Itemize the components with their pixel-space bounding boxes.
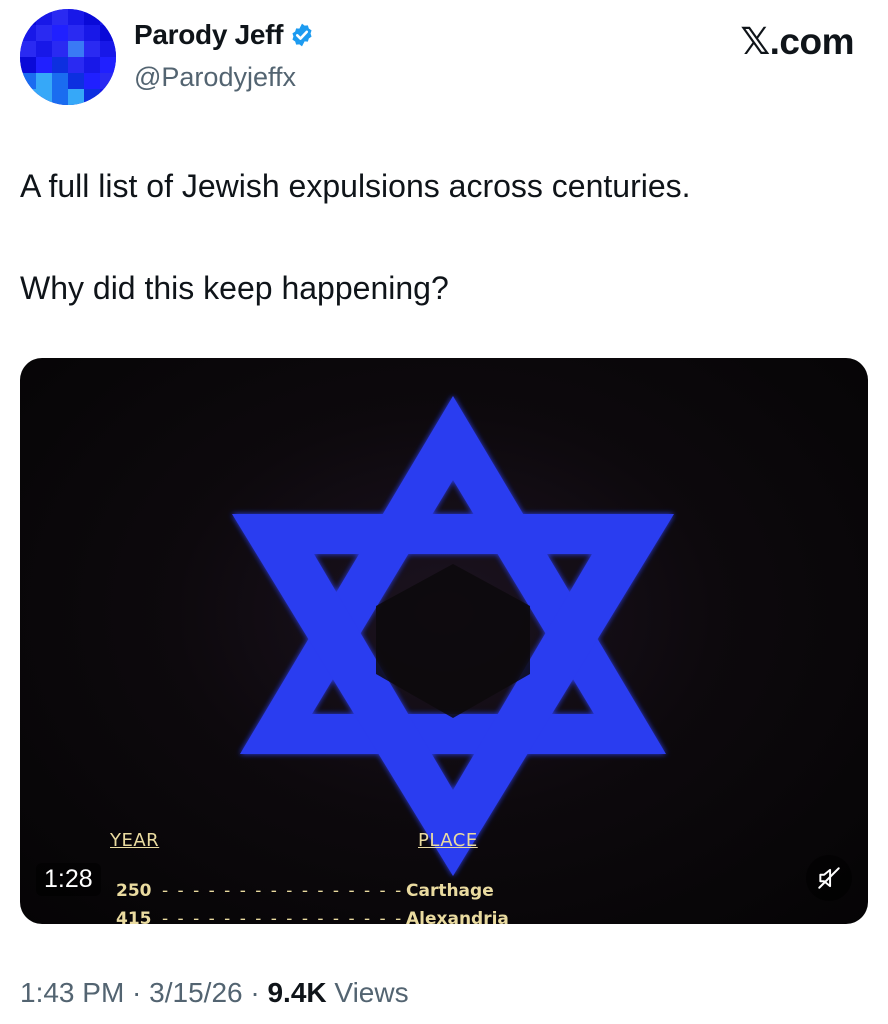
tweet-paragraph: A full list of Jewish expulsions across …	[20, 168, 691, 204]
tweet-text: A full list of Jewish expulsions across …	[20, 166, 860, 308]
author-display-name[interactable]: Parody Jeff	[134, 19, 284, 51]
author-name-row: Parody Jeff	[134, 19, 315, 51]
tweet-paragraph: Why did this keep happening?	[20, 270, 449, 306]
tweet-meta: 1:43 PM · 3/15/26 · 9.4K Views	[20, 977, 409, 1009]
meta-separator: ·	[242, 977, 268, 1008]
video-row-dots: - - - - - - - - - - - - - - - -	[162, 909, 404, 924]
video-column-place: PLACE	[418, 830, 478, 851]
video-row-place: Carthage	[406, 881, 494, 901]
author-handle[interactable]: @Parodyjeffx	[134, 62, 296, 93]
video-row-year: 415	[116, 909, 152, 924]
video-row-place: Alexandria	[406, 909, 509, 924]
site-label: 𝕏.com	[740, 21, 854, 62]
meta-separator: ·	[124, 977, 150, 1008]
video-player[interactable]: YEAR PLACE 250 - - - - - - - - - - - - -…	[20, 358, 868, 924]
avatar[interactable]	[20, 9, 116, 105]
views-label: Views	[326, 977, 409, 1008]
tweet-time[interactable]: 1:43 PM	[20, 977, 124, 1008]
views-count[interactable]: 9.4K	[267, 977, 326, 1008]
video-column-year: YEAR	[110, 830, 160, 851]
verified-badge-icon	[289, 22, 315, 48]
speaker-muted-icon	[818, 867, 840, 889]
tweet-date[interactable]: 3/15/26	[149, 977, 242, 1008]
unmute-button[interactable]	[806, 855, 852, 901]
video-duration-badge: 1:28	[36, 863, 101, 896]
video-row-dots: - - - - - - - - - - - - - - - -	[162, 881, 404, 901]
video-row-year: 250	[116, 881, 152, 901]
